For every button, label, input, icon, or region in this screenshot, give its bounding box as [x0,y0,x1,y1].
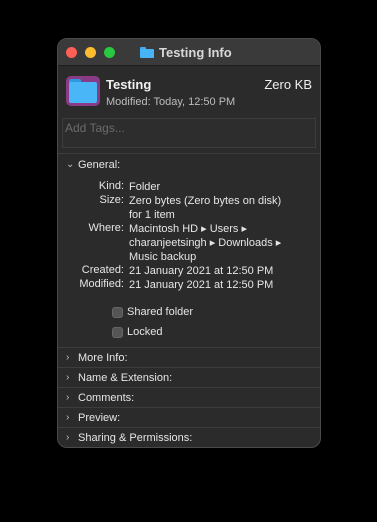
kind-value: Folder [129,181,161,193]
divider [58,367,320,368]
minimize-button[interactable] [85,47,96,58]
tags-field[interactable]: Add Tags... [62,118,316,148]
created-value: 21 January 2021 at 12:50 PM [129,265,274,277]
section-label: Preview: [78,412,121,424]
kind-label: Kind: [98,180,124,192]
shared-folder-checkbox[interactable] [112,307,123,318]
window-title-group: Testing Info [140,45,232,60]
title-bar[interactable]: Testing Info [58,39,320,66]
where-value-line3: Music backup [129,251,197,263]
created-label: Created: [81,264,124,276]
section-label: More Info: [78,352,128,364]
divider [58,387,320,388]
section-label: Comments: [78,392,135,404]
locked-checkbox[interactable] [112,327,123,338]
chevron-right-icon[interactable]: › [66,392,69,403]
chevron-right-icon[interactable]: › [66,352,69,363]
section-more-info[interactable]: › More Info: [58,350,320,368]
file-size: Zero KB [264,77,312,92]
file-header: Testing Zero KB Modified: Today, 12:50 P… [58,65,320,117]
tags-placeholder: Add Tags... [65,121,125,135]
locked-label: Locked [127,326,163,338]
file-name: Testing [106,77,152,92]
section-comments[interactable]: › Comments: [58,390,320,408]
zoom-button[interactable] [104,47,115,58]
modified-date: Modified: Today, 12:50 PM [106,96,236,108]
size-label: Size: [99,194,124,206]
section-label: General: [78,159,121,171]
folder-icon [140,47,154,58]
divider [58,153,320,154]
chevron-right-icon[interactable]: › [66,432,69,443]
chevron-right-icon[interactable]: › [66,372,69,383]
divider [58,407,320,408]
section-sharing-permissions[interactable]: › Sharing & Permissions: [58,430,320,447]
divider [58,427,320,428]
folder-icon[interactable] [66,76,100,106]
chevron-right-icon[interactable]: › [66,412,69,423]
modified-value: 21 January 2021 at 12:50 PM [129,279,274,291]
section-label: Name & Extension: [78,372,173,384]
shared-folder-label: Shared folder [127,306,194,318]
where-value: Macintosh HD ▸ Users ▸ [129,223,248,235]
section-label: Sharing & Permissions: [78,432,193,444]
divider [58,347,320,348]
modified-label: Modified: [79,278,124,290]
section-general[interactable]: ⌄ General: [58,157,320,175]
size-value-line2: for 1 item [129,209,175,221]
close-button[interactable] [66,47,77,58]
where-label: Where: [88,222,124,234]
info-window: Testing Info Testing Zero KB Modified: T… [57,38,321,448]
where-value-line2: charanjeetsingh ▸ Downloads ▸ [129,237,282,249]
section-preview[interactable]: › Preview: [58,410,320,428]
window-title: Testing Info [159,45,232,60]
size-value: Zero bytes (Zero bytes on disk) [129,195,282,207]
chevron-down-icon[interactable]: ⌄ [66,159,74,170]
section-name-extension[interactable]: › Name & Extension: [58,370,320,388]
